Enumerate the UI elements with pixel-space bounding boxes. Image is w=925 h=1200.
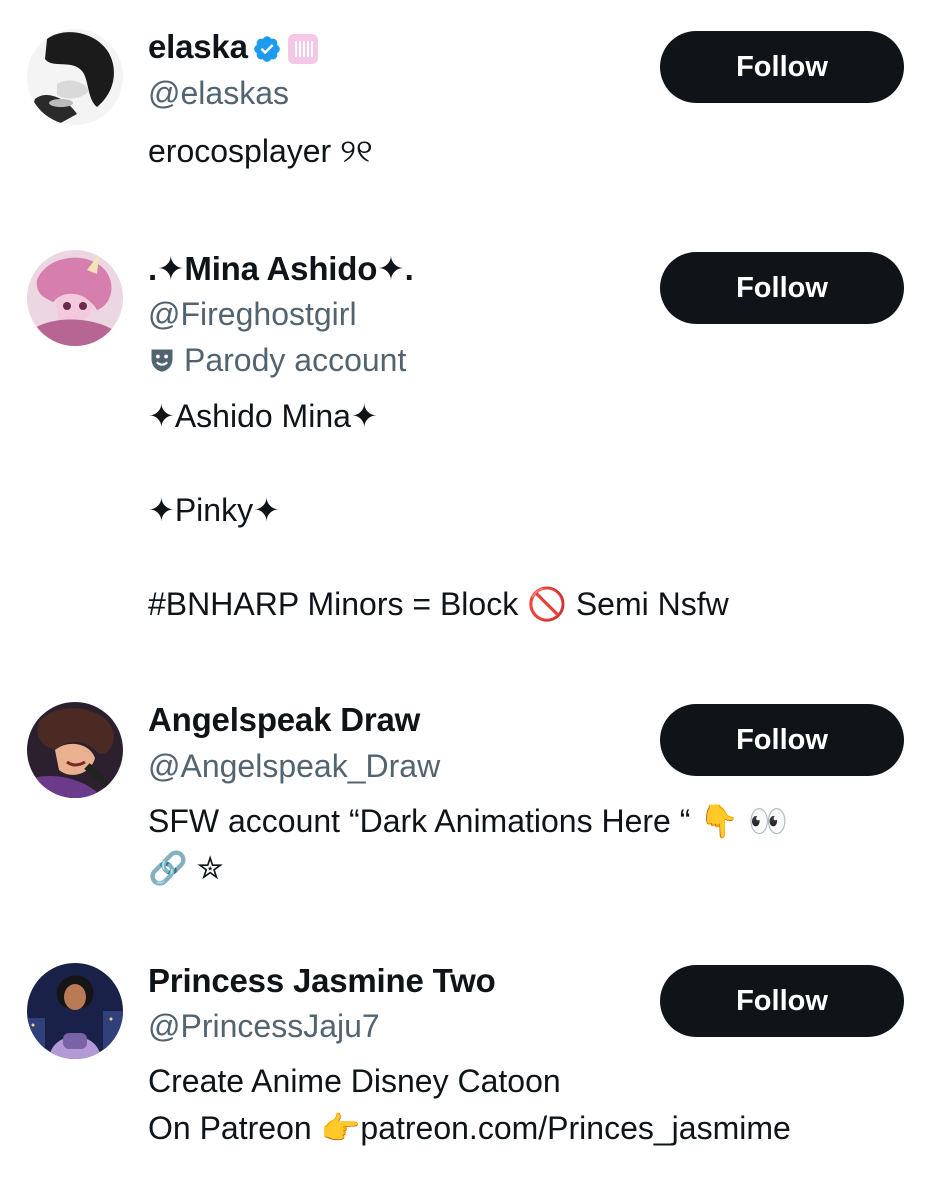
avatar[interactable] xyxy=(27,29,123,125)
avatar[interactable] xyxy=(27,963,123,1059)
bio: ✦Ashido Mina✦ ✦Pinky✦ #BNHARP Minors = B… xyxy=(148,398,729,622)
username[interactable]: @Angelspeak_Draw xyxy=(148,746,440,786)
bio: Create Anime Disney Catoon On Patreon 👉p… xyxy=(148,1063,791,1146)
theater-masks-icon xyxy=(151,349,173,372)
username[interactable]: @elaskas xyxy=(148,73,289,113)
verified-badge-icon xyxy=(253,36,280,63)
display-name[interactable]: Angelspeak Draw xyxy=(148,700,420,740)
parody-label: Parody account xyxy=(148,340,406,380)
username[interactable]: @PrincessJaju7 xyxy=(148,1006,380,1046)
avatar[interactable] xyxy=(27,702,123,798)
follow-button[interactable]: Follow xyxy=(660,31,904,103)
display-name[interactable]: elaska xyxy=(148,27,318,67)
avatar[interactable] xyxy=(27,250,123,346)
affiliate-badge-icon xyxy=(287,34,318,65)
username[interactable]: @Fireghostgirl xyxy=(148,294,357,334)
follow-button[interactable]: Follow xyxy=(660,252,904,324)
display-name[interactable]: Princess Jasmine Two xyxy=(148,961,496,1001)
bio: SFW account “Dark Animations Here “ 👇 👀 … xyxy=(148,803,788,886)
display-name[interactable]: .✦Mina Ashido✦. xyxy=(148,249,414,289)
follow-button[interactable]: Follow xyxy=(660,965,904,1037)
follow-button[interactable]: Follow xyxy=(660,704,904,776)
bio: erocosplayer ୨୧ xyxy=(148,133,373,169)
